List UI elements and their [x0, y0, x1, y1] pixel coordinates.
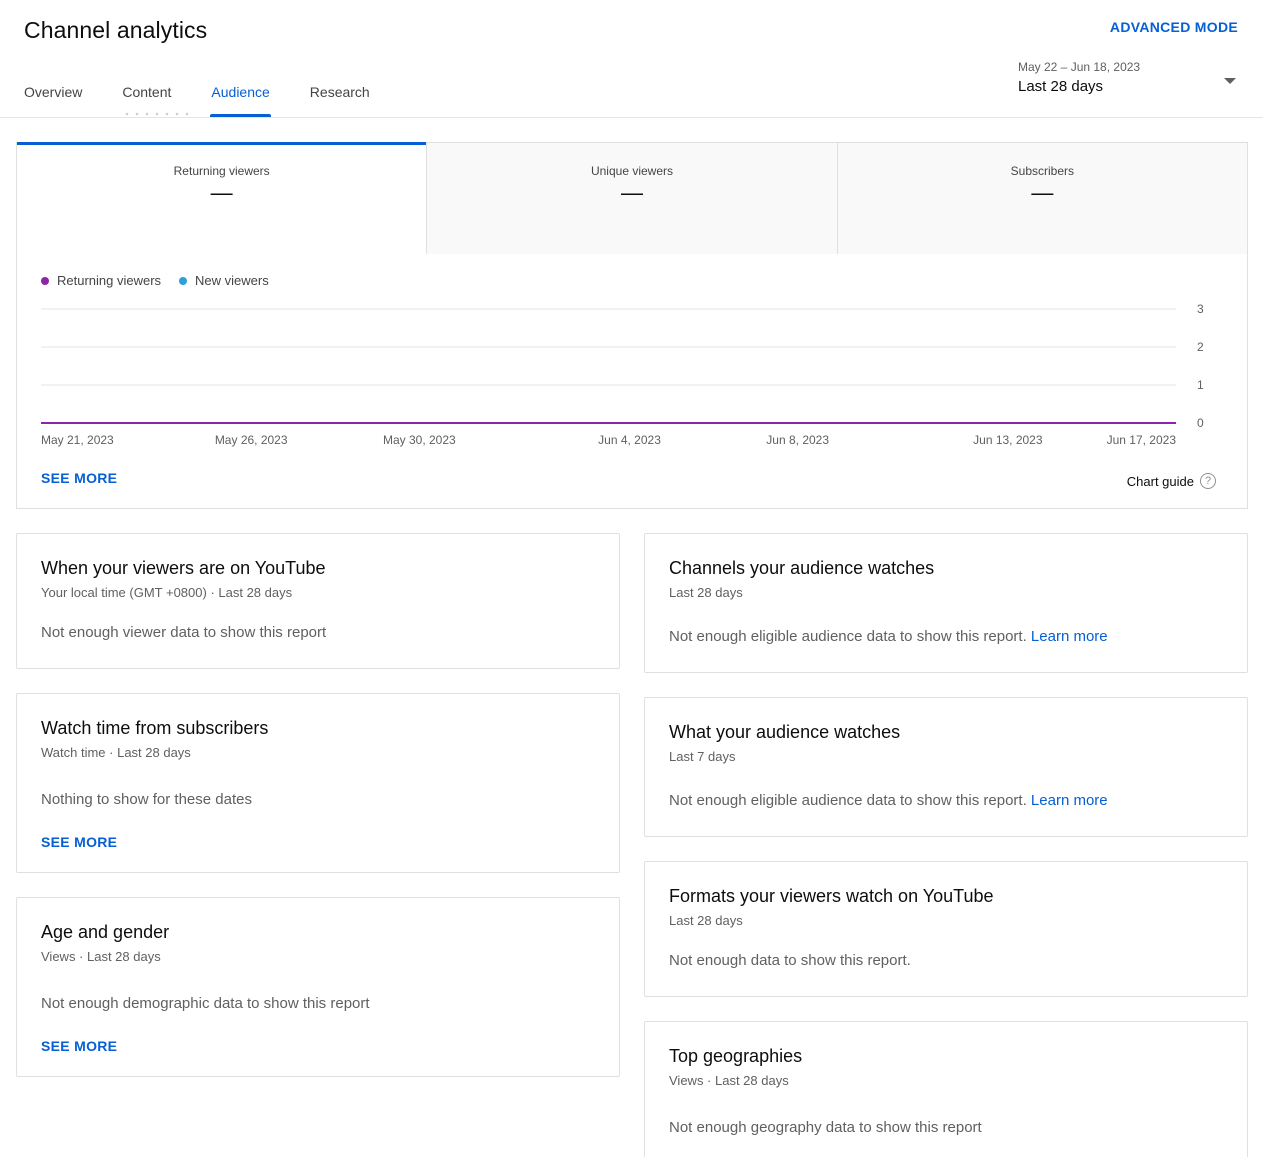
metric-tabs: Returning viewers — Unique viewers — Sub… [17, 142, 1247, 254]
date-range-label: Last 28 days [1018, 78, 1104, 95]
metric-tab-returning-viewers[interactable]: Returning viewers — [17, 142, 427, 254]
card-message-text: Not enough eligible audience data to sho… [669, 628, 1027, 645]
metric-label: Unique viewers [590, 164, 674, 178]
legend-item-new: New viewers [179, 273, 269, 288]
metric-tab-unique-viewers[interactable]: Unique viewers — [426, 143, 837, 254]
metric-value: — [620, 180, 643, 205]
card-subtitle: Views · Last 28 days [669, 1073, 789, 1088]
help-icon: ? [1200, 473, 1216, 489]
card-title: What your audience watches [669, 722, 901, 742]
card-message: Nothing to show for these dates [41, 791, 252, 808]
legend-label: Returning viewers [57, 273, 162, 288]
chart-legend: Returning viewers New viewers [41, 273, 287, 288]
metric-value: — [1031, 180, 1054, 205]
card-title: Top geographies [669, 1046, 803, 1066]
card-message: Not enough eligible audience data to sho… [669, 628, 1108, 645]
date-range-picker[interactable]: May 22 – Jun 18, 2023 Last 28 days [1018, 60, 1240, 95]
card-title: When your viewers are on YouTube [41, 558, 326, 578]
card-age-gender: Age and gender Views · Last 28 days Not … [16, 897, 620, 1077]
line-chart: 3 2 1 0 May 21, 2023 May 26, 2023 May 30, 2023… [41, 302, 1204, 447]
card-watch-time-subscribers: Watch time from subscribers Watch time ·… [16, 693, 620, 873]
x-tick-label: Jun 4, 2023 [598, 433, 661, 447]
date-range-text: May 22 – Jun 18, 2023 [1018, 60, 1141, 74]
card-message: Not enough eligible audience data to sho… [669, 792, 1108, 809]
metric-tab-subscribers[interactable]: Subscribers — [836, 143, 1247, 254]
legend-label: New viewers [195, 273, 269, 288]
tab-loading-dots [122, 112, 192, 116]
legend-dot-new [179, 276, 188, 285]
card-what-audience-watches: What your audience watches Last 7 days N… [644, 697, 1248, 837]
tab-overview[interactable]: Overview [24, 84, 82, 117]
card-title: Channels your audience watches [669, 558, 935, 578]
card-message: Not enough viewer data to show this repo… [41, 624, 327, 641]
x-tick-label: Jun 13, 2023 [973, 433, 1043, 447]
card-message: Not enough demographic data to show this… [41, 995, 370, 1012]
x-tick-label: May 21, 2023 [41, 433, 114, 447]
tab-audience[interactable]: Audience [210, 84, 272, 117]
chart-guide-button[interactable]: Chart guide ? [1127, 473, 1216, 489]
metric-label: Subscribers [1010, 164, 1074, 178]
tab-research[interactable]: Research [310, 84, 370, 117]
dropdown-caret-icon [1224, 78, 1236, 84]
y-tick-label: 3 [1197, 302, 1204, 316]
chart-see-more-button[interactable]: SEE MORE [41, 470, 117, 486]
card-subtitle: Watch time · Last 28 days [41, 745, 191, 760]
card-subtitle: Your local time (GMT +0800) · Last 28 da… [41, 585, 293, 600]
card-title: Watch time from subscribers [41, 718, 269, 738]
card-message-text: Not enough eligible audience data to sho… [669, 792, 1027, 809]
card-title: Age and gender [41, 922, 170, 942]
learn-more-link[interactable]: Learn more [1031, 628, 1108, 645]
page-title: Channel analytics [24, 17, 208, 43]
x-tick-label: May 30, 2023 [383, 433, 456, 447]
y-tick-label: 2 [1197, 340, 1204, 354]
legend-item-returning: Returning viewers [41, 273, 161, 288]
metric-value: — [210, 180, 233, 205]
card-channels-audience-watches: Channels your audience watches Last 28 d… [644, 533, 1248, 673]
card-when-viewers: When your viewers are on YouTube Your lo… [16, 533, 620, 669]
chart-guide-label: Chart guide [1126, 473, 1194, 489]
header-divider [0, 117, 1263, 118]
x-tick-label: Jun 17, 2023 [1107, 433, 1177, 447]
card-title: Formats your viewers watch on YouTube [669, 886, 994, 906]
x-tick-label: May 26, 2023 [215, 433, 288, 447]
advanced-mode-button[interactable]: ADVANCED MODE [1110, 19, 1238, 35]
card-message: Not enough geography data to show this r… [669, 1119, 982, 1136]
watch-time-see-more-button[interactable]: SEE MORE [41, 834, 117, 850]
x-tick-label: Jun 8, 2023 [766, 433, 829, 447]
metric-label: Returning viewers [173, 164, 270, 178]
audience-chart-card: Returning viewers — Unique viewers — Sub… [16, 142, 1248, 509]
card-formats: Formats your viewers watch on YouTube La… [644, 861, 1248, 997]
y-tick-label: 0 [1197, 416, 1204, 430]
tab-bar: Overview Content Audience Research [24, 84, 410, 117]
legend-dot-returning [41, 276, 49, 285]
card-top-geographies: Top geographies Views · Last 28 days Not… [644, 1021, 1248, 1157]
card-message: Not enough data to show this report. [669, 952, 911, 969]
card-subtitle: Last 7 days [669, 749, 736, 764]
age-gender-see-more-button[interactable]: SEE MORE [41, 1038, 117, 1054]
card-subtitle: Last 28 days [669, 913, 743, 928]
y-tick-label: 1 [1197, 378, 1204, 392]
learn-more-link[interactable]: Learn more [1031, 792, 1108, 809]
card-subtitle: Last 28 days [669, 585, 743, 600]
card-subtitle: Views · Last 28 days [41, 949, 161, 964]
